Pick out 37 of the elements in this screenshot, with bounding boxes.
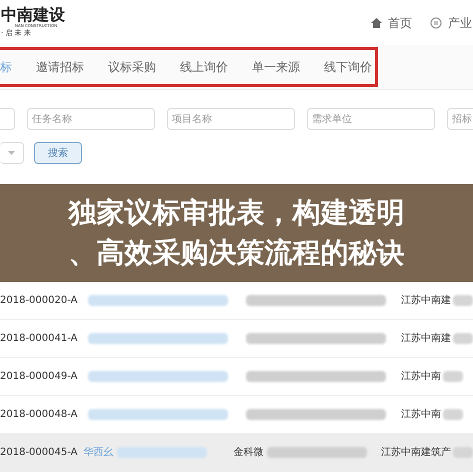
tab[interactable]: 线上询价 xyxy=(180,58,228,76)
nav-link[interactable]: 首页 xyxy=(371,14,412,32)
tab[interactable]: 单一来源 xyxy=(252,58,300,76)
table-cell-text: 2018-000049-A xyxy=(0,370,78,384)
table-cell-text: 江苏中南 xyxy=(401,370,441,384)
banner-title-line: 独家议标审批表，构建透明 xyxy=(68,195,404,231)
tab[interactable]: 议标采购 xyxy=(108,58,156,76)
table-cell-text: 2018-000041-A xyxy=(0,332,78,346)
tab[interactable]: 邀请招标 xyxy=(36,58,84,76)
input-field[interactable]: 任务名称 xyxy=(27,108,155,130)
home-icon xyxy=(371,18,382,28)
select-field[interactable] xyxy=(0,142,24,164)
logo-name: 中南建设 xyxy=(1,7,65,23)
blurred-text xyxy=(443,409,463,420)
blurred-text xyxy=(453,447,473,458)
input-field[interactable]: 需求单位 xyxy=(307,108,435,130)
table-cell-text: 江苏中南建 xyxy=(401,294,451,308)
table-row[interactable]: 2018-000045-A 华西幺 金科微 江苏中南建筑产 xyxy=(0,434,473,472)
blurred-text xyxy=(453,333,473,344)
task-name: 华西幺 xyxy=(84,446,114,460)
table-cell-text: 江苏中南建筑产 xyxy=(381,446,451,460)
project-name: 金科微 xyxy=(234,446,264,460)
table-cell-text: 2018-000045-A xyxy=(0,446,78,460)
input-field[interactable]: 项目名称 xyxy=(167,108,295,130)
banner-title-line: 、高效采购决策流程的秘诀 xyxy=(68,235,404,271)
blurred-text xyxy=(453,295,473,306)
tab[interactable]: 线下询价 xyxy=(324,58,372,76)
table-cell-text: 江苏中南建 xyxy=(401,332,451,346)
table-cell-text: 江苏中南 xyxy=(401,408,441,422)
caret-icon xyxy=(8,151,15,155)
blurred-text xyxy=(443,371,463,382)
table-cell-text: 2018-000020-A xyxy=(0,294,78,308)
circle-icon xyxy=(430,16,442,28)
table-cell-text: 2018-000048-A xyxy=(0,408,78,422)
nav-link[interactable]: 产业 xyxy=(430,14,472,32)
input-field[interactable]: 招标 xyxy=(447,108,473,130)
search-button[interactable]: 搜索 xyxy=(34,142,82,164)
